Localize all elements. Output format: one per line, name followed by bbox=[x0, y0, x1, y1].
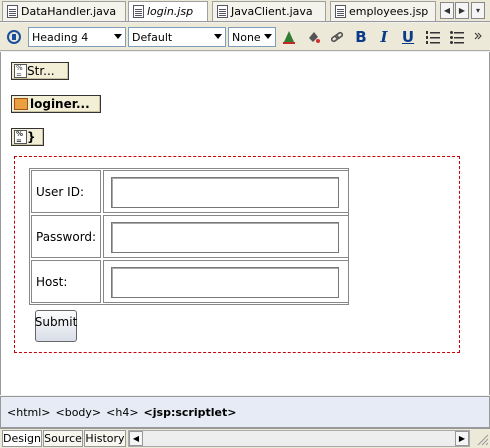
editor-bottom-bar: Design Source History ◀ ▶ bbox=[0, 428, 490, 448]
editor-tab-bar: DataHandler.java login.jsp JavaClient.ja… bbox=[0, 0, 490, 22]
table-row: User ID: bbox=[31, 170, 349, 213]
form-table: User ID: Password: Host: bbox=[29, 168, 349, 305]
host-label: Host: bbox=[31, 260, 101, 303]
link-icon[interactable] bbox=[327, 27, 347, 47]
tab-label: login.jsp bbox=[147, 5, 194, 18]
user-id-input[interactable] bbox=[111, 177, 339, 208]
toolbar-overflow-icon[interactable] bbox=[469, 27, 487, 47]
tag-label: Str... bbox=[27, 64, 55, 78]
tab-history[interactable]: History bbox=[84, 430, 126, 447]
password-input[interactable] bbox=[111, 222, 339, 253]
tab-scroll-left-button[interactable]: ◀ bbox=[440, 2, 454, 19]
tag-label: loginer... bbox=[30, 97, 90, 111]
italic-icon[interactable]: I bbox=[374, 27, 394, 47]
table-row: Host: bbox=[31, 260, 349, 303]
bulleted-list-icon[interactable] bbox=[447, 27, 467, 47]
jsp-file-icon bbox=[133, 5, 144, 18]
tab-datahandler-java[interactable]: DataHandler.java bbox=[2, 1, 126, 21]
tag-breadcrumb: <html> <body> <h4> <jsp:scriptlet> bbox=[0, 396, 490, 428]
scroll-left-icon[interactable]: ◀ bbox=[129, 431, 143, 446]
custom-tag-icon bbox=[14, 98, 28, 110]
underline-icon[interactable]: U bbox=[398, 27, 418, 47]
underline-label: U bbox=[401, 28, 415, 46]
password-label: Password: bbox=[31, 215, 101, 258]
numbered-list-icon[interactable] bbox=[423, 27, 443, 47]
chevron-down-icon bbox=[214, 34, 222, 39]
horizontal-scrollbar[interactable]: ◀ ▶ bbox=[128, 430, 470, 447]
jsp-file-icon bbox=[335, 5, 346, 18]
breadcrumb-current[interactable]: <jsp:scriptlet> bbox=[144, 406, 237, 419]
tab-scroll-right-button[interactable]: ▶ bbox=[455, 2, 469, 19]
block-format-value: Heading 4 bbox=[32, 30, 89, 44]
scroll-right-icon[interactable]: ▶ bbox=[455, 431, 469, 446]
chevron-down-icon bbox=[264, 34, 272, 39]
design-canvas[interactable]: % = Str... loginer... % = } User ID: Passw… bbox=[0, 52, 490, 395]
view-switch-icon[interactable] bbox=[4, 27, 24, 47]
tab-list-button[interactable]: ▾ bbox=[471, 2, 485, 19]
block-format-select[interactable]: Heading 4 bbox=[28, 27, 126, 47]
italic-label: I bbox=[380, 28, 388, 46]
chevron-down-icon bbox=[114, 34, 122, 39]
scriptlet-tag-string[interactable]: % = Str... bbox=[11, 62, 69, 80]
breadcrumb-body[interactable]: <body> bbox=[56, 406, 102, 419]
table-row: Password: bbox=[31, 215, 349, 258]
tab-javaclient-java[interactable]: JavaClient.java bbox=[212, 1, 326, 21]
tab-employees-jsp[interactable]: employees.jsp bbox=[330, 1, 436, 21]
submit-button[interactable]: Submit bbox=[35, 310, 77, 342]
style-value: Default bbox=[132, 30, 173, 44]
custom-tag-loginer[interactable]: loginer... bbox=[11, 95, 101, 113]
tab-design[interactable]: Design bbox=[2, 430, 42, 447]
css-class-select[interactable]: None bbox=[228, 27, 276, 47]
host-input[interactable] bbox=[111, 267, 339, 298]
tab-source[interactable]: Source bbox=[43, 430, 83, 447]
jsp-scriptlet-icon: % = bbox=[14, 130, 27, 145]
login-form[interactable]: User ID: Password: Host: Submit bbox=[14, 156, 460, 353]
tab-label: JavaClient.java bbox=[231, 5, 313, 18]
breadcrumb-h4[interactable]: <h4> bbox=[106, 406, 138, 419]
user-id-label: User ID: bbox=[31, 170, 101, 213]
breadcrumb-html[interactable]: <html> bbox=[7, 406, 51, 419]
tag-label: } bbox=[27, 130, 36, 144]
resize-grip-icon[interactable] bbox=[475, 431, 489, 446]
host-cell bbox=[103, 260, 349, 303]
user-id-cell bbox=[103, 170, 349, 213]
java-file-icon bbox=[7, 5, 18, 18]
tab-login-jsp[interactable]: login.jsp bbox=[128, 1, 208, 21]
highlight-icon[interactable] bbox=[279, 27, 299, 47]
jsp-scriptlet-icon: % = bbox=[14, 64, 27, 79]
tab-label: DataHandler.java bbox=[21, 5, 117, 18]
tab-label: employees.jsp bbox=[349, 5, 429, 18]
scriptlet-tag-close[interactable]: % = } bbox=[11, 128, 44, 146]
password-cell bbox=[103, 215, 349, 258]
java-file-icon bbox=[217, 5, 228, 18]
style-select[interactable]: Default bbox=[128, 27, 226, 47]
fill-color-icon[interactable] bbox=[303, 27, 323, 47]
css-class-value: None bbox=[232, 30, 261, 44]
formatting-toolbar: Heading 4 Default None B I U bbox=[0, 23, 490, 51]
bold-label: B bbox=[355, 28, 367, 46]
vertical-scrollbar[interactable] bbox=[471, 52, 489, 395]
bold-icon[interactable]: B bbox=[351, 27, 371, 47]
